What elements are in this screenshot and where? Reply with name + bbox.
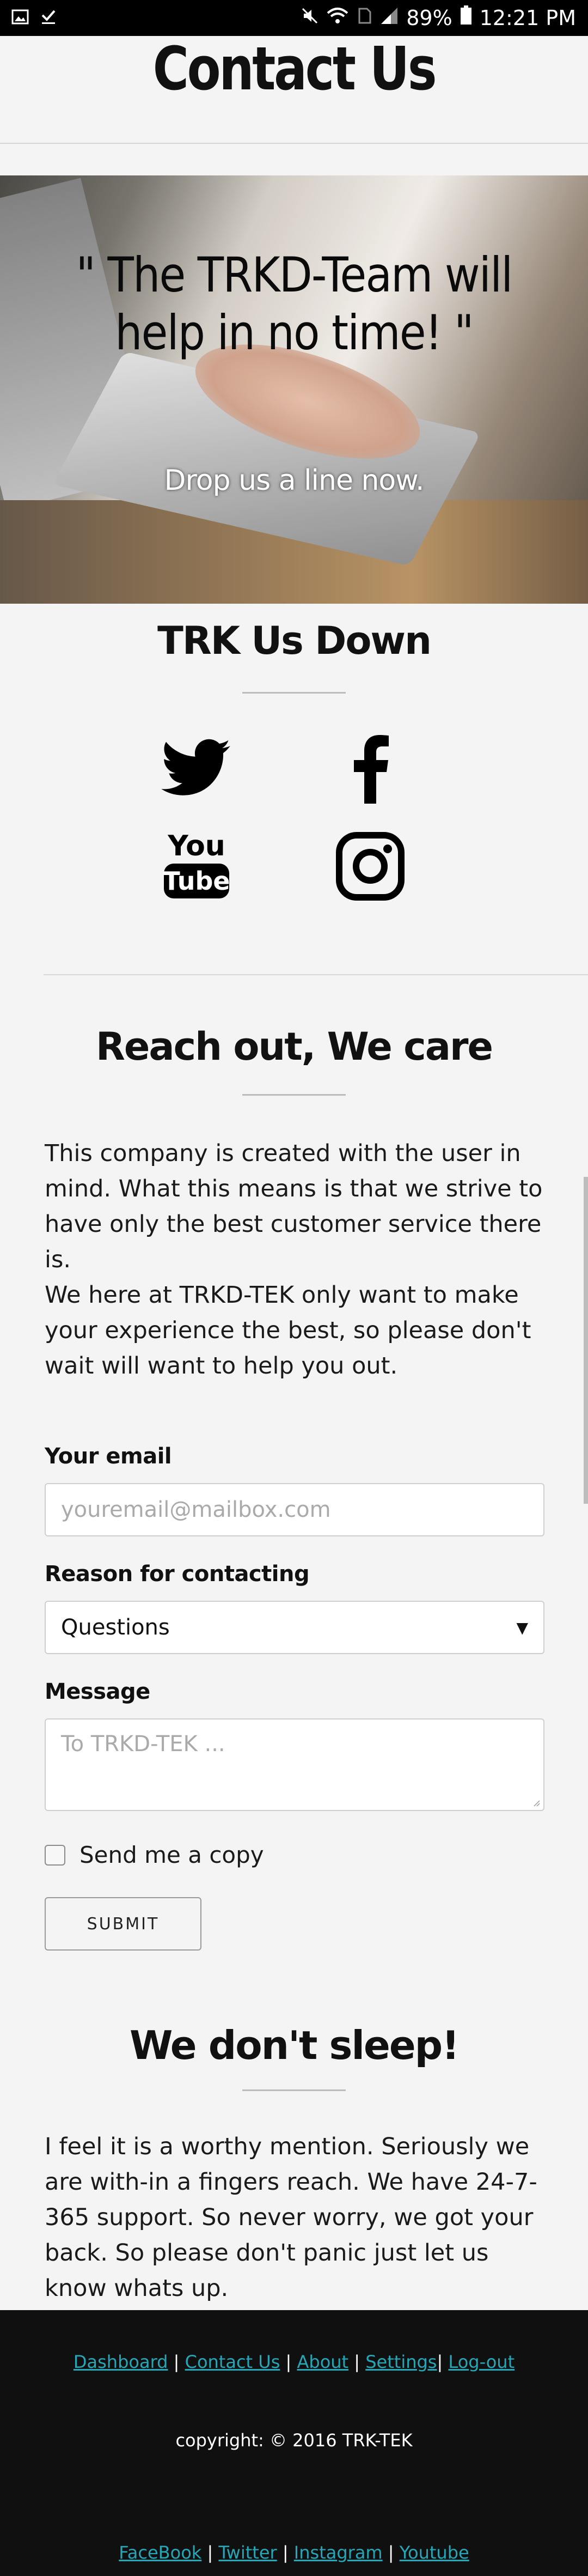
- reach-paragraph-1: This company is created with the user in…: [45, 1140, 543, 1273]
- social-section-title: TRK Us Down: [157, 618, 432, 663]
- footer-link-dashboard[interactable]: Dashboard: [74, 2352, 168, 2372]
- no-sim-icon: [356, 6, 372, 30]
- reach-paragraph-2: We here at TRKD-TEK only want to make yo…: [45, 1281, 531, 1380]
- reason-label: Reason for contacting: [45, 1562, 310, 1587]
- hero-quote: " The TRKD-Team will help in no time! ": [76, 247, 513, 361]
- footer-link-logout[interactable]: Log-out: [448, 2352, 514, 2372]
- footer-link-instagram[interactable]: Instagram: [294, 2542, 383, 2563]
- message-placeholder: To TRKD-TEK ...: [61, 1731, 225, 1757]
- caret-down-icon: ▼: [516, 1618, 528, 1637]
- footer-link-contact[interactable]: Contact Us: [185, 2352, 280, 2372]
- battery-percent: 89%: [406, 5, 452, 30]
- hero-subtitle: Drop us a line now.: [164, 464, 424, 497]
- email-label: Your email: [45, 1444, 172, 1469]
- submit-button[interactable]: SUBMIT: [45, 1897, 201, 1951]
- instagram-icon[interactable]: [329, 825, 411, 907]
- gallery-icon: [11, 8, 29, 29]
- wifi-icon: [327, 6, 348, 30]
- social-title-rule: [242, 692, 346, 694]
- status-bar: 89% 12:21 PM: [0, 0, 588, 36]
- footer-social-links: FaceBook | Twitter | Instagram | Youtube: [119, 2542, 469, 2563]
- sleep-section-title: We don't sleep!: [129, 2022, 460, 2068]
- email-placeholder: youremail@mailbox.com: [61, 1497, 331, 1522]
- send-copy-option[interactable]: Send me a copy: [45, 1842, 264, 1868]
- copyright: copyright: © 2016 TRK-TEK: [175, 2430, 413, 2451]
- reach-section-title: Reach out, We care: [96, 1024, 493, 1069]
- sleep-title-rule: [242, 2089, 346, 2091]
- download-done-icon: [39, 8, 58, 29]
- sleep-paragraph: I feel it is a worthy mention. Seriously…: [45, 2133, 537, 2302]
- send-copy-label: Send me a copy: [79, 1842, 264, 1868]
- section-divider: [44, 974, 588, 975]
- send-copy-checkbox[interactable]: [45, 1844, 65, 1866]
- reach-title-rule: [242, 1094, 346, 1096]
- facebook-icon[interactable]: [329, 727, 411, 809]
- twitter-icon[interactable]: [156, 727, 237, 809]
- svg-text:Tube: Tube: [163, 866, 230, 896]
- message-label: Message: [45, 1679, 150, 1704]
- header-divider: [0, 143, 588, 144]
- footer-link-settings[interactable]: Settings: [365, 2352, 437, 2372]
- email-field[interactable]: youremail@mailbox.com: [45, 1483, 544, 1536]
- svg-text:You: You: [167, 831, 225, 862]
- footer-link-facebook[interactable]: FaceBook: [119, 2542, 201, 2563]
- signal-icon: [380, 6, 399, 30]
- scrollbar[interactable]: [584, 1177, 588, 1504]
- page-title: Contact Us: [152, 34, 437, 104]
- footer-nav: Dashboard | Contact Us | About | Setting…: [73, 2352, 515, 2372]
- hero-banner: " The TRKD-Team will help in no time! " …: [0, 175, 588, 604]
- resize-handle-icon[interactable]: [531, 1798, 540, 1807]
- reason-selected-value: Questions: [61, 1615, 170, 1640]
- reason-select[interactable]: Questions ▼: [45, 1601, 544, 1654]
- clock: 12:21 PM: [479, 5, 576, 30]
- message-textarea[interactable]: To TRKD-TEK ...: [45, 1718, 544, 1811]
- footer-link-youtube[interactable]: Youtube: [400, 2542, 469, 2563]
- mute-icon: [301, 6, 319, 30]
- footer-link-about[interactable]: About: [297, 2352, 348, 2372]
- battery-icon: [460, 5, 472, 30]
- footer-link-twitter[interactable]: Twitter: [218, 2542, 277, 2563]
- youtube-icon[interactable]: You Tube: [156, 825, 237, 907]
